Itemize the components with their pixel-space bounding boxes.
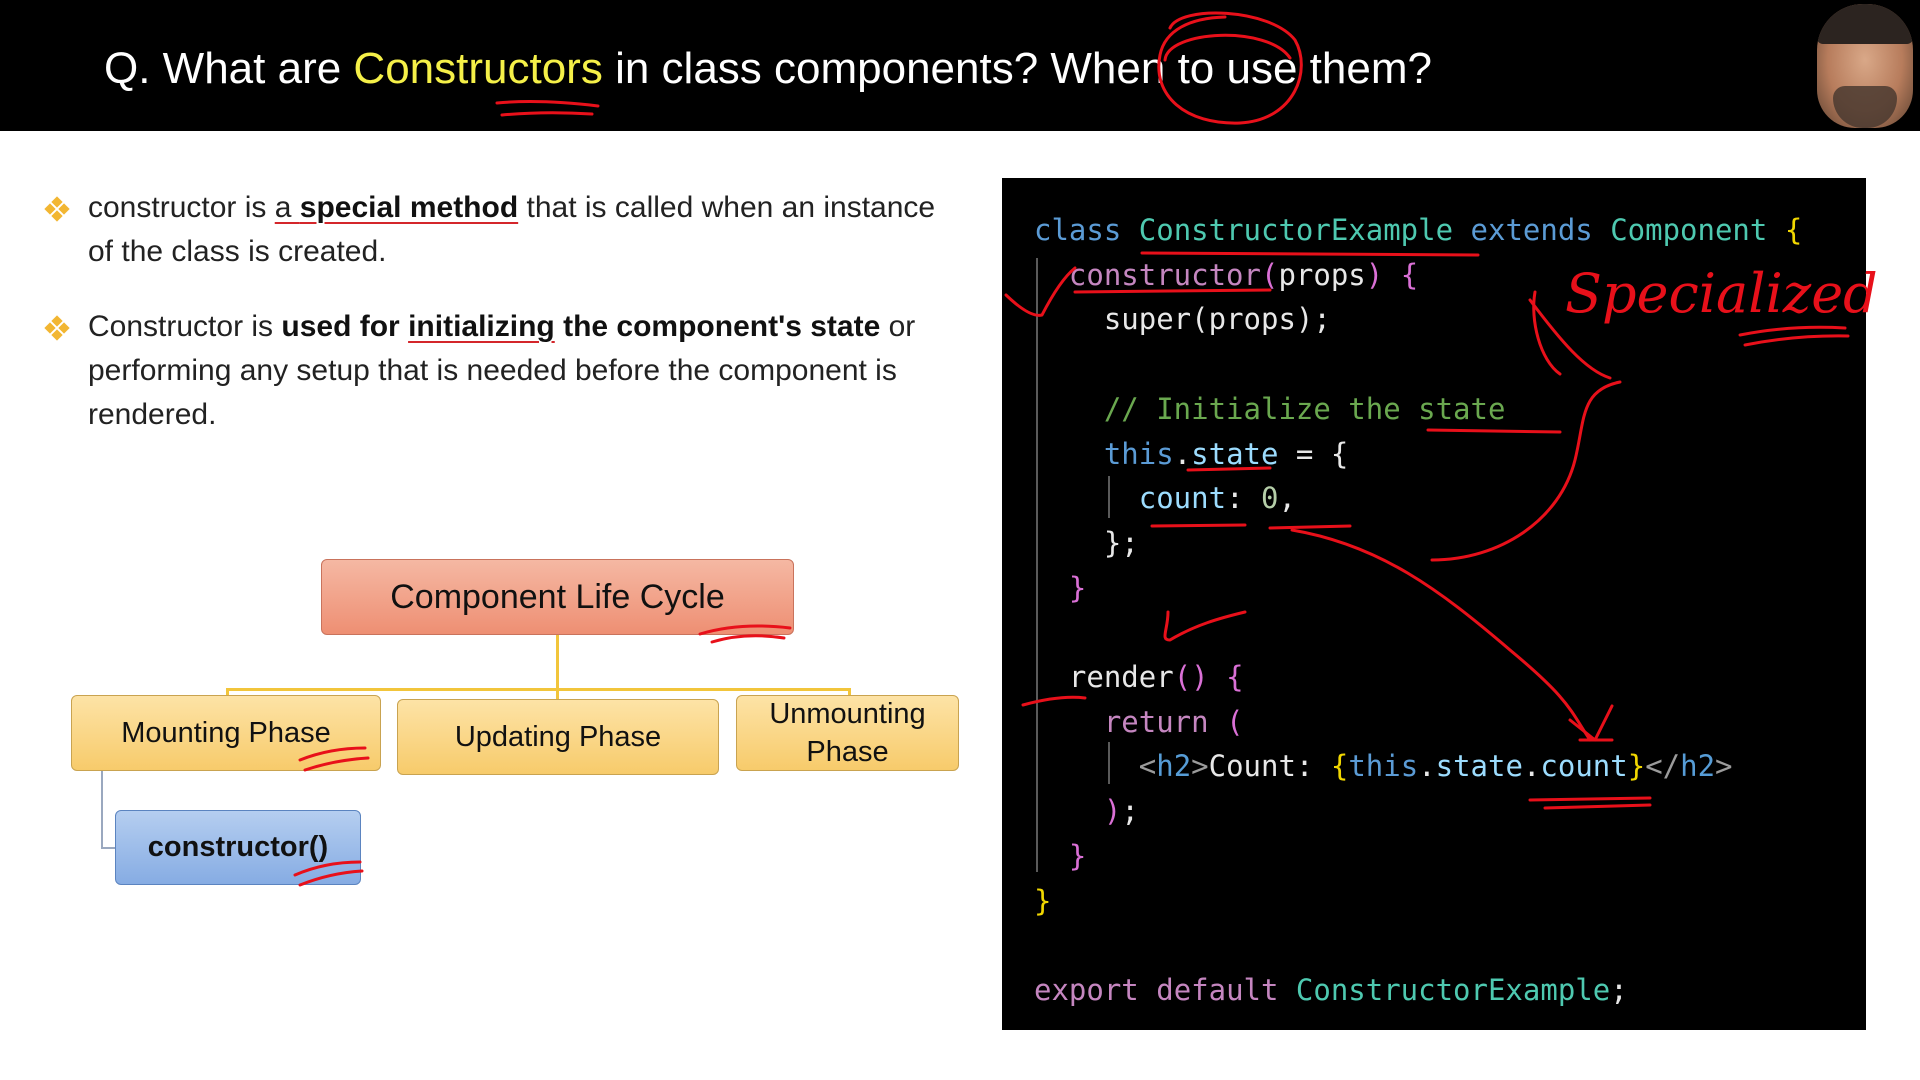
slide-title: Q. What are Constructors in class compon… [104,44,1432,93]
code-line: <h2>Count: {this.state.count}</h2> [1138,749,1733,784]
code-line: }; [1034,525,1139,560]
code-block: class ConstructorExample extends Compone… [1034,208,1802,1013]
updating-phase-box: Updating Phase [397,699,719,775]
lifecycle-root-box: Component Life Cycle [321,559,794,635]
code-line: super(props); [1103,302,1331,337]
bullet-2-text: Constructor is used for initializing the… [88,310,916,431]
code-line: // Initialize the state [1103,391,1506,426]
code-line: this.state = { [1103,436,1349,471]
code-line: count: 0, [1138,481,1296,516]
code-panel: class ConstructorExample extends Compone… [1002,178,1866,1030]
code-line: return ( [1103,704,1244,739]
mounting-phase-box: Mounting Phase [71,695,381,771]
ink-underline [710,634,786,644]
connector-line [556,635,559,690]
code-line: } [1034,883,1052,918]
title-bar: Q. What are Constructors in class compon… [0,0,1920,131]
title-highlight: Constructors [353,44,603,93]
constructor-box: constructor() [115,810,361,885]
presenter-avatar [1817,4,1913,128]
code-line: } [1068,838,1087,873]
code-line: constructor(props) { [1068,257,1419,292]
code-line: export default ConstructorExample; [1034,972,1628,1007]
unmounting-phase-box: Unmounting Phase [736,695,959,771]
code-line: render() { [1068,660,1244,695]
code-line: ); [1103,794,1139,829]
code-line: class ConstructorExample extends Compone… [1034,213,1803,247]
code-line: } [1068,570,1087,605]
connector-line [101,771,103,849]
bullet-1-text: constructor is a special method that is … [88,191,936,268]
diamond-bullet-icon [44,196,70,222]
connector-line [101,847,115,849]
diamond-bullet-icon [44,315,70,341]
connector-line [226,688,850,691]
